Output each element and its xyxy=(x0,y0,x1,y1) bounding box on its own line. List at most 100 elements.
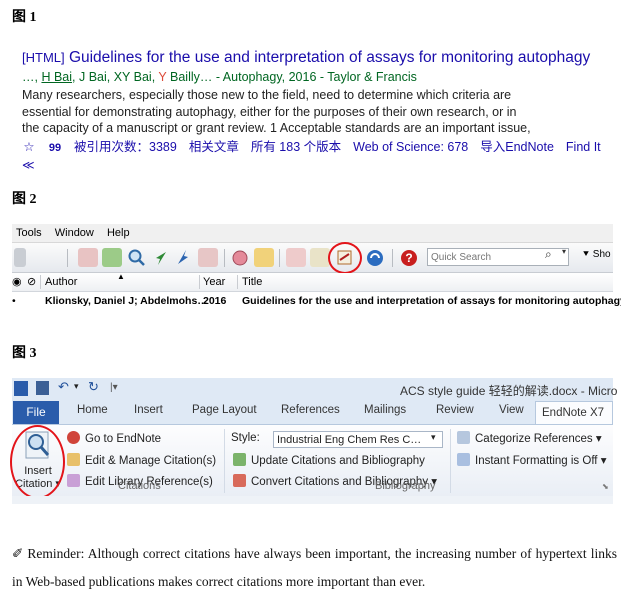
author-link[interactable]: H Bai xyxy=(41,70,72,84)
tab-references[interactable]: References xyxy=(281,404,340,416)
word-window: ↶ ▾ ↻ |▾ ACS style guide 轻轻的解读.docx - Mi… xyxy=(10,378,617,522)
findit-link[interactable]: Find It xyxy=(566,140,601,154)
pdf-icon[interactable] xyxy=(286,248,306,267)
chevron-down-icon[interactable]: ▾ xyxy=(562,247,566,256)
categorize-label: Categorize References xyxy=(475,433,593,445)
figure-1-label: 图 1 xyxy=(12,10,37,25)
read-status-icon[interactable]: ◉ xyxy=(12,273,22,291)
new-reference-icon[interactable] xyxy=(102,248,122,267)
search-icon[interactable]: ⌕ xyxy=(545,247,552,262)
back-arrow-icon[interactable] xyxy=(150,248,170,267)
copy-icon[interactable] xyxy=(78,248,98,267)
author-highlight: Y xyxy=(158,70,167,84)
svg-text:?: ? xyxy=(405,251,412,265)
convert-icon xyxy=(233,474,246,487)
online-icon[interactable] xyxy=(198,248,218,267)
figure-3-label: 图 3 xyxy=(12,346,37,361)
find-icon[interactable] xyxy=(126,248,146,267)
cite-icon[interactable]: 99 xyxy=(48,140,62,157)
go-to-endnote-label: Go to EndNote xyxy=(85,433,162,445)
cited-by-link[interactable]: 被引用次数：3389 xyxy=(74,140,177,154)
show-button[interactable]: ⯆ Sho xyxy=(582,249,611,260)
chevron-down-icon[interactable]: ▾ xyxy=(74,381,79,392)
row-title: Guidelines for the use and interpretatio… xyxy=(242,295,621,307)
undo-icon[interactable]: ↶ xyxy=(58,379,69,395)
column-title[interactable]: Title xyxy=(242,273,262,291)
menu-window[interactable]: Window xyxy=(55,227,94,239)
edit-icon xyxy=(67,453,80,466)
folder-icon[interactable] xyxy=(254,248,274,267)
ribbon-tabs: File Home Insert Page Layout References … xyxy=(12,400,613,425)
customize-icon[interactable]: |▾ xyxy=(110,382,118,393)
help-icon[interactable]: ? xyxy=(399,248,419,267)
row-author: Klionsky, Daniel J; Abdelmohs… xyxy=(45,295,208,307)
read-dot-icon: • xyxy=(12,295,16,307)
edit-manage-label: Edit & Manage Citation(s) xyxy=(85,455,217,467)
tab-home[interactable]: Home xyxy=(77,404,108,416)
group-separator xyxy=(450,429,451,493)
quick-access-toolbar: ↶ ▾ ↻ |▾ ACS style guide 轻轻的解读.docx - Mi… xyxy=(12,378,617,400)
endnote-import-link[interactable]: 导入EndNote xyxy=(480,140,554,154)
forward-arrow-icon[interactable] xyxy=(174,248,194,267)
show-label: Sho xyxy=(592,249,611,260)
word-icon[interactable] xyxy=(14,381,28,396)
categorize-references-button[interactable]: Categorize References ▾ xyxy=(457,431,602,445)
scholar-result: [HTML] Guidelines for the use and interp… xyxy=(22,48,617,172)
style-value: Industrial Eng Chem Res C… xyxy=(277,434,422,446)
endnote-window: Tools Window Help ? Quick Search ⌕ ▾ ⯆ S… xyxy=(12,224,621,310)
authors-rest: Bailly… - Autophagy, 2016 - Taylor & Fra… xyxy=(166,70,417,84)
redo-icon[interactable]: ↻ xyxy=(88,379,99,395)
globe-icon[interactable] xyxy=(230,248,250,267)
instant-formatting-button[interactable]: Instant Formatting is Off ▾ xyxy=(457,453,606,467)
grip-icon xyxy=(14,248,26,267)
result-title[interactable]: Guidelines for the use and interpretatio… xyxy=(69,49,590,66)
attachment-icon[interactable]: ⊘ xyxy=(27,273,36,291)
update-citations-button[interactable]: Update Citations and Bibliography xyxy=(233,453,425,467)
tab-review[interactable]: Review xyxy=(436,404,474,416)
style-label: Style: xyxy=(231,432,260,444)
authors-mid: , J Bai, XY Bai, xyxy=(72,70,159,84)
update-label: Update Citations and Bibliography xyxy=(251,455,425,467)
edit-manage-citations-button[interactable]: Edit & Manage Citation(s) xyxy=(67,453,216,467)
instant-formatting-icon xyxy=(457,453,470,466)
wos-link[interactable]: Web of Science: 678 xyxy=(353,140,468,154)
tab-view[interactable]: View xyxy=(499,404,524,416)
save-icon[interactable] xyxy=(36,381,49,395)
tab-mailings[interactable]: Mailings xyxy=(364,404,406,416)
chevron-down-icon[interactable]: ▾ xyxy=(431,432,436,443)
menu-help[interactable]: Help xyxy=(107,227,130,239)
separator xyxy=(279,249,280,267)
snippet-line: Many researchers, especially those new t… xyxy=(22,88,512,102)
versions-link[interactable]: 所有 183 个版本 xyxy=(251,140,341,154)
separator xyxy=(224,249,225,267)
bibliography-group-label: Bibliography xyxy=(375,480,436,492)
table-row[interactable]: • Klionsky, Daniel J; Abdelmohs… 2016 Gu… xyxy=(12,292,621,310)
more-icon[interactable]: ≪ xyxy=(22,158,617,172)
result-authors: …, H Bai, J Bai, XY Bai, Y Bailly… - Aut… xyxy=(22,69,617,86)
authors-prefix: …, xyxy=(22,70,42,84)
snippet-line: essential for demonstrating autophagy, e… xyxy=(22,104,517,119)
citations-group-label: Citations xyxy=(118,480,161,492)
tab-page-layout[interactable]: Page Layout xyxy=(192,404,257,416)
go-to-endnote-button[interactable]: Go to EndNote xyxy=(67,431,161,445)
ruler xyxy=(12,496,613,504)
menu-tools[interactable]: Tools xyxy=(16,227,42,239)
tab-file[interactable]: File xyxy=(13,401,59,424)
column-separator xyxy=(199,275,200,289)
highlight-circle xyxy=(10,425,65,499)
reminder-text: ✐ Reminder: Although correct citations h… xyxy=(12,546,617,589)
toolbar: ? Quick Search ⌕ ▾ ⯆ Sho xyxy=(12,242,613,274)
related-link[interactable]: 相关文章 xyxy=(189,140,239,154)
star-icon[interactable]: ☆ xyxy=(22,139,36,156)
result-title-link[interactable]: [HTML] Guidelines for the use and interp… xyxy=(22,48,617,68)
list-icon[interactable] xyxy=(310,248,330,267)
tab-endnote[interactable]: EndNote X7 xyxy=(535,401,613,424)
sync-icon[interactable] xyxy=(365,248,385,267)
style-select[interactable]: Industrial Eng Chem Res C… xyxy=(273,431,443,448)
column-year[interactable]: Year xyxy=(203,273,225,291)
dialog-launcher-icon[interactable]: ⬊ xyxy=(602,482,609,491)
tab-insert[interactable]: Insert xyxy=(134,404,163,416)
column-author[interactable]: Author xyxy=(45,273,77,291)
html-tag[interactable]: [HTML] xyxy=(22,50,65,65)
document-title: ACS style guide 轻轻的解读.docx - Micro xyxy=(400,384,618,398)
